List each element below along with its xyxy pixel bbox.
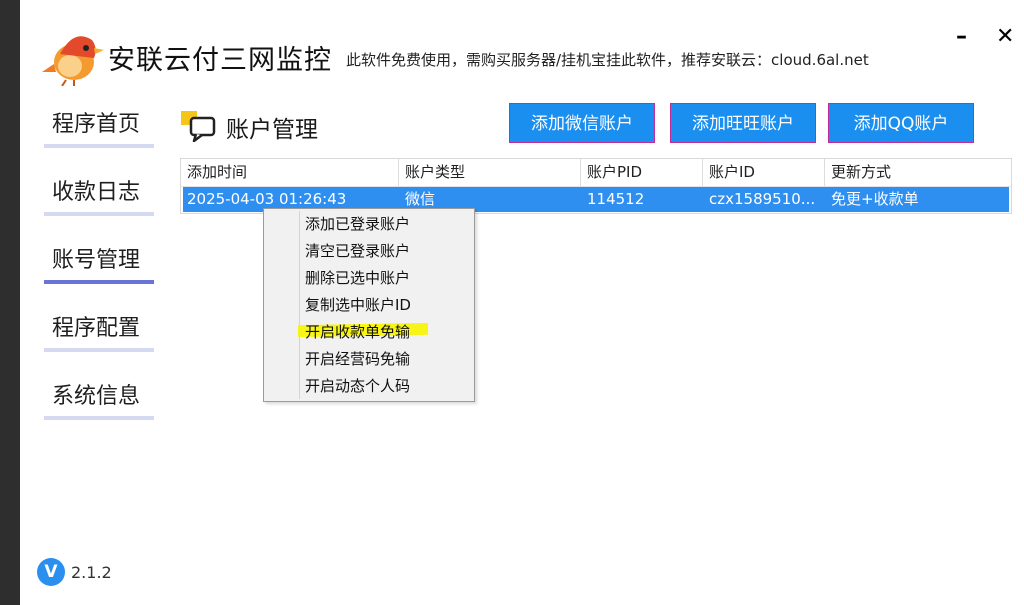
sidebar-item-system-info[interactable]: 系统信息 [44,380,154,420]
add-wechat-account-button[interactable]: 添加微信账户 [509,103,655,143]
bird-logo-icon [42,36,104,86]
sidebar-item-label: 账号管理 [52,248,141,273]
table-cell-account-id: czx1589510... [709,190,816,208]
sidebar-item-underline [44,212,154,216]
table-cell-account-pid: 114512 [587,190,645,208]
column-header-update-method[interactable]: 更新方式 [825,159,1011,186]
sidebar-item-home[interactable]: 程序首页 [44,108,154,148]
sidebar-item-label: 系统信息 [52,384,141,409]
sidebar-item-label: 收款日志 [52,180,141,205]
menu-item-enable-receipt-no-input[interactable]: 开启收款单免输 [305,319,410,345]
menu-item-clear-logged-in-accounts[interactable]: 清空已登录账户 [305,238,410,264]
app-subtitle: 此软件免费使用，需购买服务器/挂机宝挂此软件，推荐安联云：cloud.6al.n… [346,51,869,69]
close-button[interactable]: ✕ [996,22,1014,52]
account-table: 添加时间 账户类型 账户PID 账户ID 更新方式 2025-04-03 01:… [180,158,1012,214]
menu-item-enable-business-code-no-input[interactable]: 开启经营码免输 [305,346,410,372]
sidebar-item-underline [44,280,154,284]
sidebar-item-payment-log[interactable]: 收款日志 [44,176,154,216]
sidebar-item-label: 程序首页 [52,112,141,137]
table-header: 添加时间 账户类型 账户PID 账户ID 更新方式 [181,159,1011,187]
version-icon: V [37,558,65,586]
sidebar-item-config[interactable]: 程序配置 [44,312,154,352]
column-header-account-pid[interactable]: 账户PID [581,159,703,186]
sidebar-item-underline [44,416,154,420]
sidebar-item-underline [44,144,154,148]
add-qq-account-button[interactable]: 添加QQ账户 [828,103,974,143]
minimize-button[interactable]: – [956,22,967,52]
column-header-account-type[interactable]: 账户类型 [399,159,581,186]
context-menu-gutter [299,211,300,399]
sidebar-item-underline [44,348,154,352]
column-header-add-time[interactable]: 添加时间 [181,159,399,186]
window-left-edge [0,0,20,605]
app-title: 安联云付三网监控 [108,45,332,76]
page-title: 账户管理 [226,117,318,143]
version-number: 2.1.2 [71,563,112,582]
menu-item-delete-selected-account[interactable]: 删除已选中账户 [305,265,410,291]
table-cell-update-method: 免更+收款单 [831,190,919,208]
sidebar-item-account-management[interactable]: 账号管理 [44,244,154,284]
menu-item-copy-account-id[interactable]: 复制选中账户ID [305,292,411,318]
chat-bubble-icon [181,111,216,142]
context-menu: 添加已登录账户 清空已登录账户 删除已选中账户 复制选中账户ID 开启收款单免输… [263,208,475,402]
sidebar-item-label: 程序配置 [52,316,141,341]
menu-item-enable-dynamic-personal-code[interactable]: 开启动态个人码 [305,373,410,399]
column-header-account-id[interactable]: 账户ID [703,159,825,186]
add-wangwang-account-button[interactable]: 添加旺旺账户 [670,103,816,143]
menu-item-add-logged-in-account[interactable]: 添加已登录账户 [305,211,410,237]
